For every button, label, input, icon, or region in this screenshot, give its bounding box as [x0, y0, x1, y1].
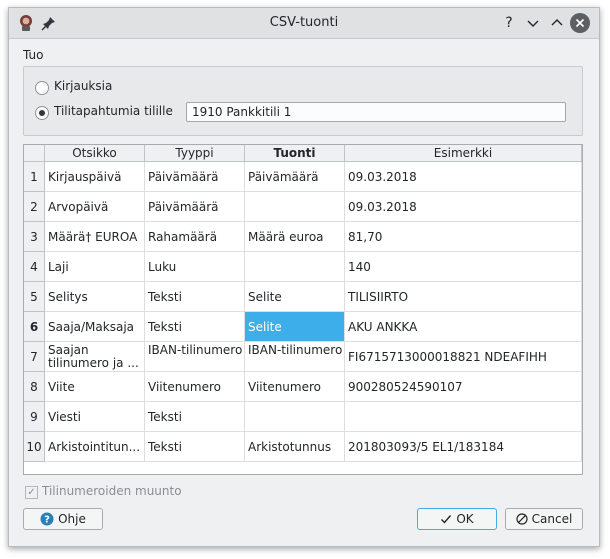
convert-account-numbers-label[interactable]: Tilinumeroiden muunto	[42, 484, 182, 498]
cancel-icon	[516, 513, 528, 525]
import-groupbox	[23, 66, 583, 136]
cell-tuonti[interactable]	[245, 252, 345, 282]
radio-entries[interactable]	[35, 81, 49, 95]
row-number[interactable]: 9	[24, 402, 45, 432]
cancel-button[interactable]: Cancel	[505, 508, 583, 530]
minimize-button[interactable]	[523, 13, 543, 33]
checkmark-icon: ✓	[27, 487, 36, 498]
radio-entries-label[interactable]: Kirjauksia	[54, 79, 112, 93]
title-bar[interactable]: CSV-tuonti ?	[9, 8, 599, 39]
header-tuonti[interactable]: Tuonti	[245, 145, 345, 162]
row-number[interactable]: 2	[24, 192, 45, 222]
cell-otsikko[interactable]: Arkistointitun...	[45, 432, 145, 462]
cell-tyyppi[interactable]: Rahamäärä	[145, 222, 245, 252]
ok-button[interactable]: OK	[417, 508, 497, 530]
cell-otsikko[interactable]: Laji	[45, 252, 145, 282]
cell-otsikko[interactable]: Arvopäivä	[45, 192, 145, 222]
cell-tuonti-selected[interactable]: Selite	[245, 312, 345, 342]
row-number[interactable]: 7	[24, 342, 45, 372]
cell-tuonti[interactable]: Päivämäärä	[245, 162, 345, 192]
maximize-button[interactable]	[547, 13, 567, 33]
header-tyyppi[interactable]: Tyyppi	[145, 145, 245, 162]
cell-tyyppi[interactable]: Päivämäärä	[145, 192, 245, 222]
cell-otsikko[interactable]: Kirjauspäivä	[45, 162, 145, 192]
chevron-down-icon	[527, 20, 539, 27]
cell-tuonti[interactable]: Määrä euroa	[245, 222, 345, 252]
cell-otsikko[interactable]: Viesti	[45, 402, 145, 432]
help-button[interactable]: ? Ohje	[23, 508, 103, 530]
cell-tyyppi[interactable]: Teksti	[145, 402, 245, 432]
cell-otsikko[interactable]: Viite	[45, 372, 145, 402]
import-group-title: Tuo	[23, 48, 44, 62]
cell-tuonti[interactable]: IBAN-tilinumero	[245, 342, 345, 372]
svg-text:?: ?	[44, 515, 50, 526]
header-otsikko[interactable]: Otsikko	[45, 145, 145, 162]
cancel-button-label: Cancel	[531, 512, 573, 526]
csv-import-dialog: CSV-tuonti ? Tuo Kirjauksia Tilitapahtum…	[8, 7, 600, 547]
convert-account-numbers-checkbox[interactable]: ✓	[25, 486, 38, 499]
cell-tuonti[interactable]: Selite	[245, 282, 345, 312]
cell-esimerkki[interactable]	[345, 402, 582, 432]
row-number[interactable]: 3	[24, 222, 45, 252]
cell-tuonti[interactable]	[245, 192, 345, 222]
corner-header	[24, 145, 45, 162]
row-number-current[interactable]: 6	[24, 312, 45, 342]
cell-tyyppi[interactable]: Teksti	[145, 312, 245, 342]
cell-esimerkki[interactable]: FI6715713000018821 NDEAFIHH	[345, 342, 582, 372]
chevron-up-icon	[551, 19, 563, 26]
radio-transactions[interactable]	[35, 106, 49, 120]
close-button[interactable]	[570, 13, 590, 33]
account-input[interactable]	[186, 102, 566, 122]
cell-esimerkki[interactable]: AKU ANKKA	[345, 312, 582, 342]
cell-otsikko[interactable]: Saaja/Maksaja	[45, 312, 145, 342]
row-number[interactable]: 1	[24, 162, 45, 192]
cell-tyyppi[interactable]: Teksti	[145, 432, 245, 462]
row-number[interactable]: 5	[24, 282, 45, 312]
cell-otsikko[interactable]: Saajan tilinumero ja ...	[45, 342, 145, 372]
cell-tuonti[interactable]	[245, 402, 345, 432]
close-icon	[575, 18, 585, 28]
header-esimerkki[interactable]: Esimerkki	[345, 145, 582, 162]
cell-esimerkki[interactable]: 81,70	[345, 222, 582, 252]
cell-esimerkki[interactable]: 201803093/5 EL1/183184	[345, 432, 582, 462]
row-number[interactable]: 4	[24, 252, 45, 282]
check-icon	[440, 513, 452, 525]
row-number[interactable]: 10	[24, 432, 45, 462]
cell-tyyppi[interactable]: Luku	[145, 252, 245, 282]
cell-tyyppi[interactable]: IBAN-tilinumero	[145, 342, 245, 372]
cell-tuonti[interactable]: Viitenumero	[245, 372, 345, 402]
cell-esimerkki[interactable]: 09.03.2018	[345, 192, 582, 222]
help-button-label: Ohje	[58, 512, 86, 526]
radio-transactions-label[interactable]: Tilitapahtumia tilille	[54, 104, 173, 118]
cell-tyyppi[interactable]: Teksti	[145, 282, 245, 312]
cell-esimerkki[interactable]: 09.03.2018	[345, 162, 582, 192]
csv-columns-table[interactable]: Otsikko Tyyppi Tuonti Esimerkki 1 Kirjau…	[23, 144, 583, 475]
cell-esimerkki[interactable]: TILISIIRTO	[345, 282, 582, 312]
cell-otsikko[interactable]: Määrä† EUROA	[45, 222, 145, 252]
help-icon: ?	[40, 512, 54, 526]
ok-button-label: OK	[456, 512, 474, 526]
cell-tyyppi[interactable]: Päivämäärä	[145, 162, 245, 192]
cell-esimerkki[interactable]: 900280524590107	[345, 372, 582, 402]
cell-otsikko[interactable]: Selitys	[45, 282, 145, 312]
cell-tuonti[interactable]: Arkistotunnus	[245, 432, 345, 462]
cell-esimerkki[interactable]: 140	[345, 252, 582, 282]
cell-tyyppi[interactable]: Viitenumero	[145, 372, 245, 402]
help-title-button[interactable]: ?	[499, 13, 519, 33]
row-number[interactable]: 8	[24, 372, 45, 402]
